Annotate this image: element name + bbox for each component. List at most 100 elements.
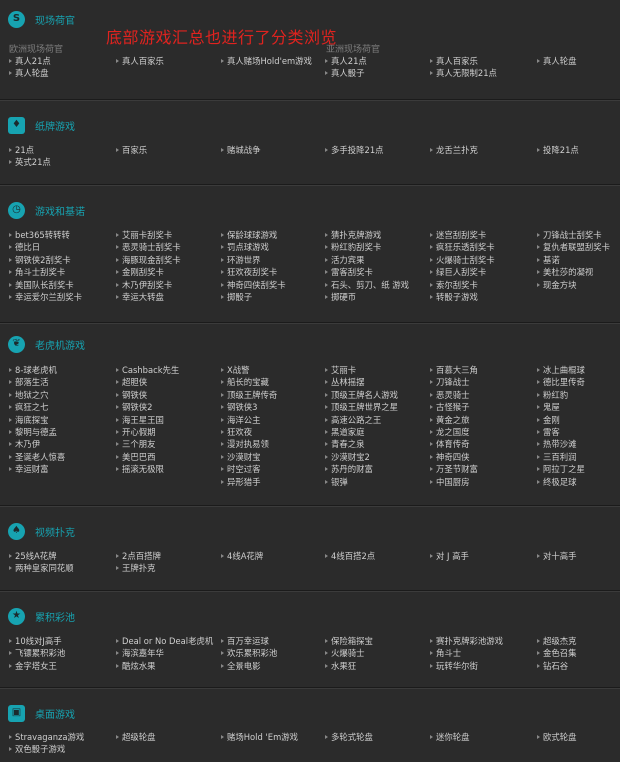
game-link[interactable]: 多手投降21点 [325,144,384,156]
game-link[interactable]: 10线对J高手 [9,635,62,647]
game-link[interactable]: 赌场Hold 'Em游戏 [221,731,298,743]
game-link[interactable]: 黎明与德孟 [9,426,57,438]
game-link[interactable]: 4线百搭2点 [325,550,375,562]
game-link[interactable]: 8-球老虎机 [9,364,57,376]
game-link[interactable]: 圣诞老人惊喜 [9,451,65,463]
game-link[interactable]: 德比日 [9,241,40,253]
game-link[interactable]: 万圣节财富 [430,463,478,475]
game-link[interactable]: 迷你轮盘 [430,731,470,743]
game-link[interactable]: 迷宫刮刮奖卡 [430,229,486,241]
game-link[interactable]: 火爆骑士 [325,647,365,659]
game-link[interactable]: 欢乐累积彩池 [221,647,277,659]
game-link[interactable]: 水果狂 [325,660,356,672]
game-link[interactable]: 美国队长刮奖卡 [9,279,74,291]
game-link[interactable]: 角斗士刮奖卡 [9,266,65,278]
game-link[interactable]: 刀锋战士 [430,376,470,388]
game-link[interactable]: 鬼屋 [537,401,560,413]
game-link[interactable]: 金色召集 [537,647,577,659]
game-link[interactable]: 真人无限制21点 [430,67,497,79]
game-link[interactable]: 狂欢夜刮奖卡 [221,266,277,278]
game-link[interactable]: 活力宾果 [325,254,365,266]
game-link[interactable]: Cashback先生 [116,364,179,376]
game-link[interactable]: 罚点球游戏 [221,241,269,253]
game-link[interactable]: 粉红豹刮奖卡 [325,241,381,253]
game-link[interactable]: Stravaganza游戏 [9,731,84,743]
game-link[interactable]: 恶灵骑士刮奖卡 [116,241,181,253]
game-link[interactable]: 龙之国度 [430,426,470,438]
game-link[interactable]: 赌城战争 [221,144,261,156]
game-link[interactable]: 黄金之旅 [430,414,470,426]
game-link[interactable]: 三百利润 [537,451,577,463]
game-link[interactable]: 部落生活 [9,376,49,388]
game-link[interactable]: 4线A花牌 [221,550,263,562]
game-link[interactable]: 艾丽卡刮奖卡 [116,229,172,241]
game-link[interactable]: 粉红豹 [537,389,568,401]
game-link[interactable]: 高速公路之王 [325,414,381,426]
game-link[interactable]: 异形猎手 [221,476,261,488]
game-link[interactable]: 三个朋友 [116,438,156,450]
game-link[interactable]: 体育传奇 [430,438,470,450]
game-link[interactable]: 21点 [9,144,34,156]
game-link[interactable]: 开心假期 [116,426,156,438]
game-link[interactable]: 石头、剪刀、纸 游戏 [325,279,409,291]
game-link[interactable]: 环游世界 [221,254,261,266]
game-link[interactable]: 百慕大三角 [430,364,478,376]
game-link[interactable]: 钢铁侠3 [221,401,257,413]
game-link[interactable]: 现金方块 [537,279,577,291]
game-link[interactable]: 金刚 [537,414,560,426]
game-link[interactable]: 欧式轮盘 [537,731,577,743]
section-header[interactable]: S 现场荷官 [8,8,75,30]
game-link[interactable]: 双色骰子游戏 [9,743,65,755]
game-link[interactable]: 保龄球球游戏 [221,229,277,241]
game-link[interactable]: 海底探宝 [9,414,49,426]
game-link[interactable]: 狂欢夜 [221,426,252,438]
game-link[interactable]: 超胆侠 [116,376,147,388]
game-link[interactable]: 真人轮盘 [9,67,49,79]
game-link[interactable]: 真人骰子 [325,67,365,79]
section-header[interactable]: ▣ 桌面游戏 [8,702,75,724]
game-link[interactable]: 绿巨人刮奖卡 [430,266,486,278]
game-link[interactable]: 掷硬币 [325,291,356,303]
game-link[interactable]: 地狱之穴 [9,389,49,401]
game-link[interactable]: X战警 [221,364,250,376]
game-link[interactable]: 丛林摇摆 [325,376,365,388]
game-link[interactable]: 海洋公主 [221,414,261,426]
game-link[interactable]: 美杜莎的凝视 [537,266,593,278]
game-link[interactable]: 复仇者联盟刮奖卡 [537,241,610,253]
game-link[interactable]: 英式21点 [9,156,51,168]
game-link[interactable]: 古怪猴子 [430,401,470,413]
game-link[interactable]: 神奇四侠刮奖卡 [221,279,286,291]
section-header[interactable]: ♠ 视频扑克 [8,520,75,542]
game-link[interactable]: 真人轮盘 [537,55,577,67]
game-link[interactable]: 沙漠财宝 [221,451,261,463]
game-link[interactable]: 幸运大转盘 [116,291,164,303]
game-link[interactable]: 钢铁侠 [116,389,147,401]
game-link[interactable]: 神奇四侠 [430,451,470,463]
game-link[interactable]: 酷炫水果 [116,660,156,672]
game-link[interactable]: 对 J 高手 [430,550,469,562]
game-link[interactable]: 海王星王国 [116,414,164,426]
game-link[interactable]: 木乃伊刮奖卡 [116,279,172,291]
game-link[interactable]: 真人百家乐 [116,55,164,67]
game-link[interactable]: 龙舌兰扑克 [430,144,478,156]
game-link[interactable]: 美巴巴西 [116,451,156,463]
game-link[interactable]: 真人21点 [9,55,51,67]
game-link[interactable]: 转骰子游戏 [430,291,478,303]
game-link[interactable]: bet365转转转 [9,229,70,241]
game-link[interactable]: 青春之泉 [325,438,365,450]
game-link[interactable]: 全景电影 [221,660,261,672]
game-link[interactable]: 顶级王牌传奇 [221,389,277,401]
game-link[interactable]: 玩转华尔街 [430,660,478,672]
section-header[interactable]: ★ 累积彩池 [8,605,75,627]
game-link[interactable]: 船长的宝藏 [221,376,269,388]
game-link[interactable]: 冰上曲棍球 [537,364,585,376]
game-link[interactable]: 银弹 [325,476,348,488]
game-link[interactable]: 黑道家庭 [325,426,365,438]
game-link[interactable]: 漫对执易领 [221,438,269,450]
game-link[interactable]: 投降21点 [537,144,579,156]
section-header[interactable]: ♦ 纸牌游戏 [8,114,75,136]
game-link[interactable]: 海豚现金刮奖卡 [116,254,181,266]
game-link[interactable]: 王牌扑克 [116,562,156,574]
game-link[interactable]: 疯狂乐透刮奖卡 [430,241,495,253]
game-link[interactable]: 金刚刮奖卡 [116,266,164,278]
